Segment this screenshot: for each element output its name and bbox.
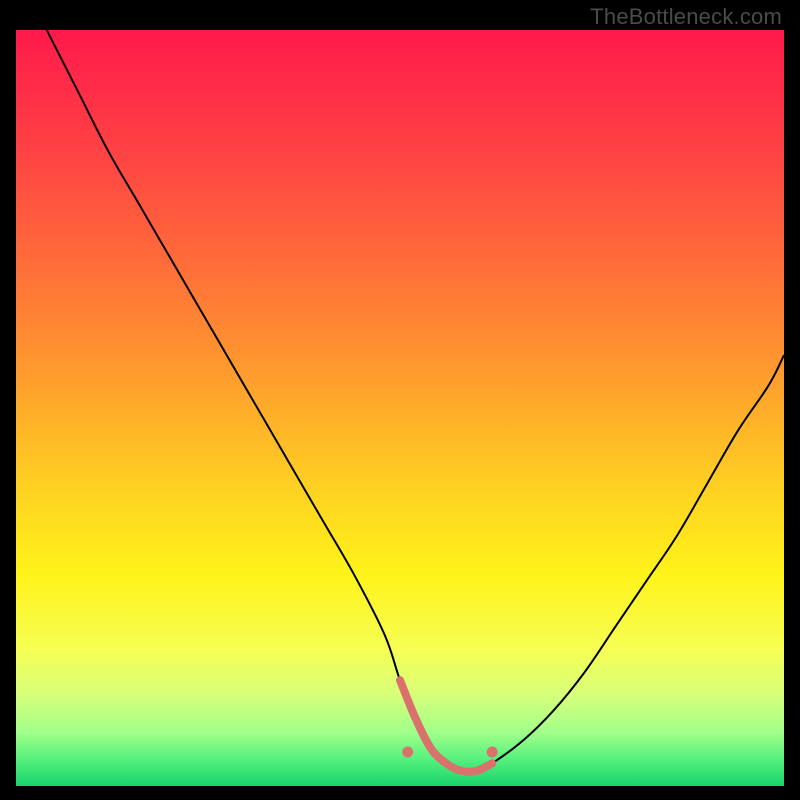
chart-frame <box>16 30 784 786</box>
flat-region-dot <box>487 746 498 757</box>
gradient-background <box>16 30 784 786</box>
bottleneck-chart <box>16 30 784 786</box>
flat-region-dot <box>402 746 413 757</box>
watermark-text: TheBottleneck.com <box>590 4 782 30</box>
